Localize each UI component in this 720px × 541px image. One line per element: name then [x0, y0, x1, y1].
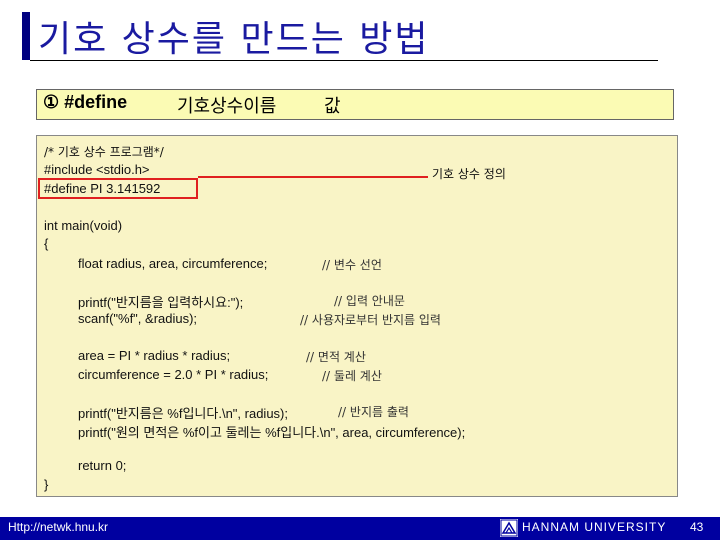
code-line-scanf: scanf("%f", &radius);	[78, 311, 198, 326]
comment-output: // 반지름 출력	[338, 405, 409, 419]
code-line-comment: /* 기호 상수 프로그램*/	[44, 145, 164, 159]
define-pointer-line	[198, 176, 428, 178]
code-line-open-brace: {	[44, 236, 49, 251]
code-line-declare: float radius, area, circumference;	[78, 256, 268, 271]
footer-bar: Http://netwk.hnu.kr HANNAM UNIVERSITY 43	[0, 517, 720, 540]
comment-area: // 면적 계산	[306, 350, 366, 364]
code-line-area: area = PI * radius * radius;	[78, 348, 231, 363]
code-line-main: int main(void)	[44, 218, 123, 233]
page-number: 43	[690, 520, 704, 534]
university-logo-icon	[500, 519, 518, 537]
code-line-return: return 0;	[78, 458, 127, 473]
code-line-include: #include <stdio.h>	[44, 162, 150, 177]
slide-title: 기호 상수를 만드는 방법	[38, 19, 430, 60]
syntax-box: ① #define 기호상수이름 값	[36, 89, 674, 120]
comment-circumference: // 둘레 계산	[322, 369, 382, 383]
define-highlight-box	[38, 178, 198, 199]
title-accent-bar	[22, 12, 30, 60]
code-line-printf-prompt: printf("반지름을 입력하시요:");	[78, 295, 244, 310]
code-line-printf-area: printf("원의 면적은 %f이고 둘레는 %f입니다.\n", area,…	[78, 425, 466, 440]
footer-url: Http://netwk.hnu.kr	[8, 520, 109, 534]
code-line-circumference: circumference = 2.0 * PI * radius;	[78, 367, 269, 382]
define-annotation-label: 기호 상수 정의	[432, 167, 506, 181]
title-divider	[30, 60, 658, 61]
code-line-printf-radius: printf("반지름은 %f입니다.\n", radius);	[78, 406, 288, 421]
footer-university-name: HANNAM UNIVERSITY	[522, 520, 667, 534]
code-line-close-brace: }	[44, 477, 49, 492]
syntax-value: 값	[324, 96, 341, 117]
syntax-constant-name: 기호상수이름	[177, 96, 277, 117]
comment-declare: // 변수 선언	[322, 258, 382, 272]
comment-input: // 사용자로부터 반지름 입력	[300, 313, 441, 327]
syntax-define-keyword: ① #define	[43, 92, 128, 112]
comment-prompt: // 입력 안내문	[334, 294, 405, 308]
